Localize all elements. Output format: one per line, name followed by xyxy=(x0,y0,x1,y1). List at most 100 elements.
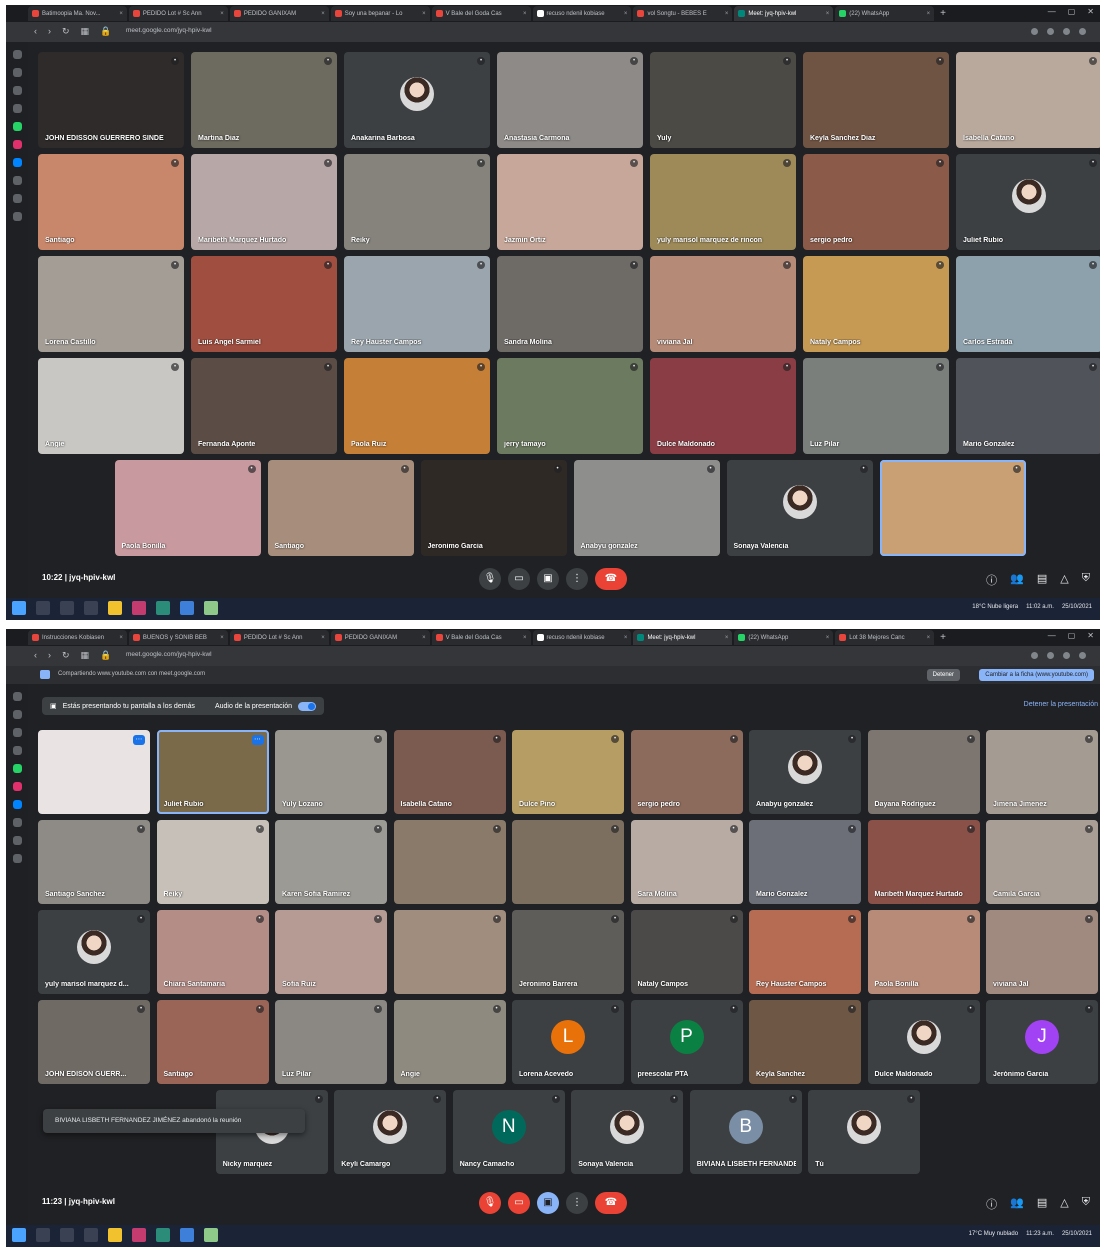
app-icon[interactable] xyxy=(180,1228,194,1242)
participant-tile[interactable]: • Jimena Jimenez xyxy=(986,730,1098,814)
participant-tile[interactable]: • Isabella Catano xyxy=(393,730,506,814)
participant-tile[interactable]: • Martina Diaz xyxy=(191,52,337,148)
windows-start-icon[interactable] xyxy=(12,601,26,615)
participant-tile[interactable]: • Sara Molina xyxy=(630,820,743,904)
people-icon[interactable]: 👥 xyxy=(1010,1196,1024,1212)
participant-tile[interactable]: • Angie xyxy=(393,1000,506,1084)
camera-button[interactable]: ▭ xyxy=(508,1192,530,1214)
file-manager-icon[interactable] xyxy=(84,601,98,615)
messenger-icon[interactable] xyxy=(12,800,22,809)
browser-tab[interactable]: (22) WhatsApp × xyxy=(835,6,935,21)
browser-tab[interactable]: Meet: jyq-hpiv-kwl × xyxy=(633,630,733,645)
participant-tile[interactable]: • Luz Pilar xyxy=(803,358,949,454)
close-tab-icon[interactable]: × xyxy=(116,635,123,641)
close-tab-icon[interactable]: × xyxy=(722,635,729,641)
participant-tile[interactable]: • Keyla Sanchez xyxy=(749,1000,861,1084)
app-icon[interactable] xyxy=(180,601,194,615)
presentation-audio-toggle[interactable] xyxy=(298,701,316,711)
participant-tile[interactable]: • JOHN EDISON GUERR... xyxy=(38,1000,150,1084)
close-tab-icon[interactable]: × xyxy=(419,11,426,17)
folder-icon[interactable] xyxy=(108,1228,122,1242)
participant-tile[interactable]: ⋯ xyxy=(38,730,150,814)
close-tab-icon[interactable]: × xyxy=(318,635,325,641)
reload-icon[interactable]: ↻ xyxy=(62,26,70,37)
participant-tile[interactable]: • Keyli Camargo xyxy=(334,1090,447,1174)
participant-tile[interactable]: • Juliet Rubio xyxy=(956,154,1100,250)
hangup-button[interactable]: ☎ xyxy=(595,568,627,590)
file-manager-icon[interactable] xyxy=(84,1228,98,1242)
browser-tab[interactable]: PEDIDO Lot # Sc Ann × xyxy=(229,630,329,645)
participant-tile[interactable]: • Lorena Castillo xyxy=(38,256,184,352)
stop-presenting-button[interactable]: Detener la presentación xyxy=(1024,701,1098,708)
forward-icon[interactable]: › xyxy=(48,26,51,37)
tray-time[interactable]: 11:02 a.m. xyxy=(1026,604,1054,610)
participant-tile[interactable]: B • BIVIANA LISBETH FERNANDEZ JAI... xyxy=(689,1090,802,1174)
tray-date[interactable]: 25/10/2021 xyxy=(1062,1231,1092,1237)
close-tab-icon[interactable]: × xyxy=(823,11,830,17)
participant-tile[interactable]: • viviana Jal xyxy=(650,256,796,352)
home-icon[interactable] xyxy=(12,692,22,701)
participant-tile[interactable]: • Anabyu gonzalez xyxy=(573,460,720,556)
more-options-button[interactable]: ⋮ xyxy=(566,1192,588,1214)
participant-tile[interactable]: • Paola Bonilla xyxy=(114,460,261,556)
participant-tile[interactable]: • Nataly Campos xyxy=(630,910,743,994)
whatsapp-icon[interactable] xyxy=(12,122,22,131)
browser-tab[interactable]: Batimoopia Ma. Nov... × xyxy=(28,6,127,21)
activities-icon[interactable]: △ xyxy=(1060,1196,1068,1212)
switch-tab-button[interactable]: Cambiar a la ficha (www.youtube.com) xyxy=(979,669,1094,681)
participant-tile[interactable]: • sergio pedro xyxy=(630,730,743,814)
back-icon[interactable]: ‹ xyxy=(34,26,37,37)
weather-status[interactable]: 17°C Muy nublado xyxy=(969,1231,1018,1237)
participant-tile[interactable]: J • Jerónimo Garcia xyxy=(986,1000,1098,1084)
tray-date[interactable]: 25/10/2021 xyxy=(1062,604,1092,610)
bookmark-icon[interactable] xyxy=(12,728,22,737)
forward-icon[interactable]: › xyxy=(48,650,51,661)
extension-icon[interactable] xyxy=(1031,652,1038,659)
search-icon[interactable] xyxy=(36,601,50,615)
participant-tile[interactable]: • Keyla Sanchez Diaz xyxy=(803,52,949,148)
instagram-icon[interactable] xyxy=(12,140,22,149)
settings-icon[interactable] xyxy=(12,212,22,221)
participant-tile[interactable]: • Dulce Maldonado xyxy=(650,358,796,454)
extension-icon[interactable] xyxy=(1047,28,1054,35)
url-field[interactable]: meet.google.com/jyq-hpiv-kwl xyxy=(126,651,212,658)
participant-tile[interactable]: • Karen Sofia Ramirez xyxy=(275,820,387,904)
extension-icon[interactable] xyxy=(1047,652,1054,659)
close-tab-icon[interactable]: × xyxy=(217,11,224,17)
participant-tile[interactable]: • Sofia Ruiz xyxy=(275,910,387,994)
participant-tile[interactable]: • Jazmin Ortiz xyxy=(497,154,643,250)
browser-tab[interactable]: Soy una bepanar - Lo × xyxy=(330,6,430,21)
browser-tab[interactable]: PEDIDO GANIXAM × xyxy=(330,630,430,645)
close-tab-icon[interactable]: × xyxy=(116,11,123,17)
browser-tab[interactable]: vol Songtu - BEBES E × xyxy=(633,6,733,21)
browser-tab[interactable]: Meet: jyq-hpiv-kwl × xyxy=(734,6,834,21)
participant-tile[interactable]: • Camila Garcia xyxy=(986,820,1098,904)
security-icon[interactable]: ⛨ xyxy=(1082,1196,1090,1212)
participant-tile[interactable]: • Santiago xyxy=(156,1000,269,1084)
settings-icon[interactable] xyxy=(12,854,22,863)
more-options-button[interactable]: ⋮ xyxy=(566,568,588,590)
participant-tile[interactable]: • Rey Hauster Campos xyxy=(749,910,861,994)
windows-start-icon[interactable] xyxy=(12,1228,26,1242)
search-icon[interactable] xyxy=(36,1228,50,1242)
participant-tile[interactable]: • Luis Angel Sarmiel xyxy=(191,256,337,352)
participant-tile[interactable]: • Rey Hauster Campos xyxy=(344,256,490,352)
participant-tile[interactable]: • Anabyu gonzalez xyxy=(749,730,861,814)
participant-tile[interactable]: • Tú xyxy=(808,1090,921,1174)
participant-tile[interactable]: • Santiago xyxy=(38,154,184,250)
minimize-icon[interactable]: — xyxy=(1048,631,1056,640)
app-icon[interactable] xyxy=(204,601,218,615)
participant-tile[interactable]: L • Lorena Acevedo xyxy=(512,1000,624,1084)
app-icon[interactable] xyxy=(204,1228,218,1242)
opera-icon[interactable] xyxy=(132,1228,146,1242)
maximize-icon[interactable]: ▢ xyxy=(1068,631,1076,640)
participant-tile[interactable]: • Yuly xyxy=(650,52,796,148)
messenger-icon[interactable] xyxy=(12,158,22,167)
participant-tile[interactable]: • Santiago Sanchez xyxy=(38,820,150,904)
camera-button[interactable]: ▭ xyxy=(508,568,530,590)
close-tab-icon[interactable]: × xyxy=(823,635,830,641)
home-icon[interactable] xyxy=(12,50,22,59)
bookmark-icon[interactable] xyxy=(12,86,22,95)
close-icon[interactable]: ✕ xyxy=(1087,7,1094,16)
chat-icon[interactable]: ▤ xyxy=(1037,572,1047,588)
